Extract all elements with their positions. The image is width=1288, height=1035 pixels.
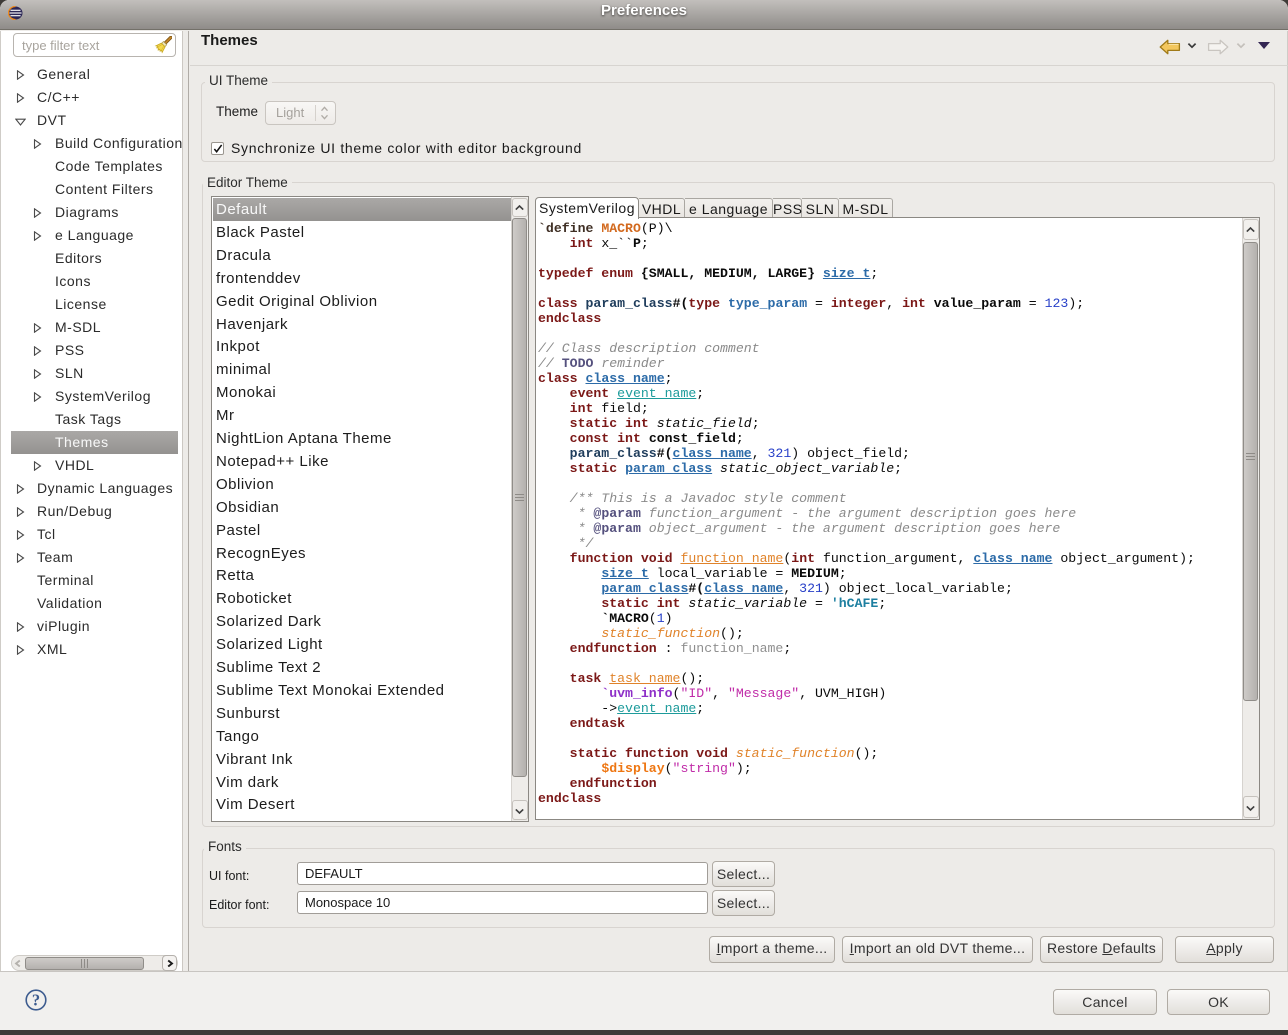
svg-text:?: ? [32, 991, 40, 1010]
